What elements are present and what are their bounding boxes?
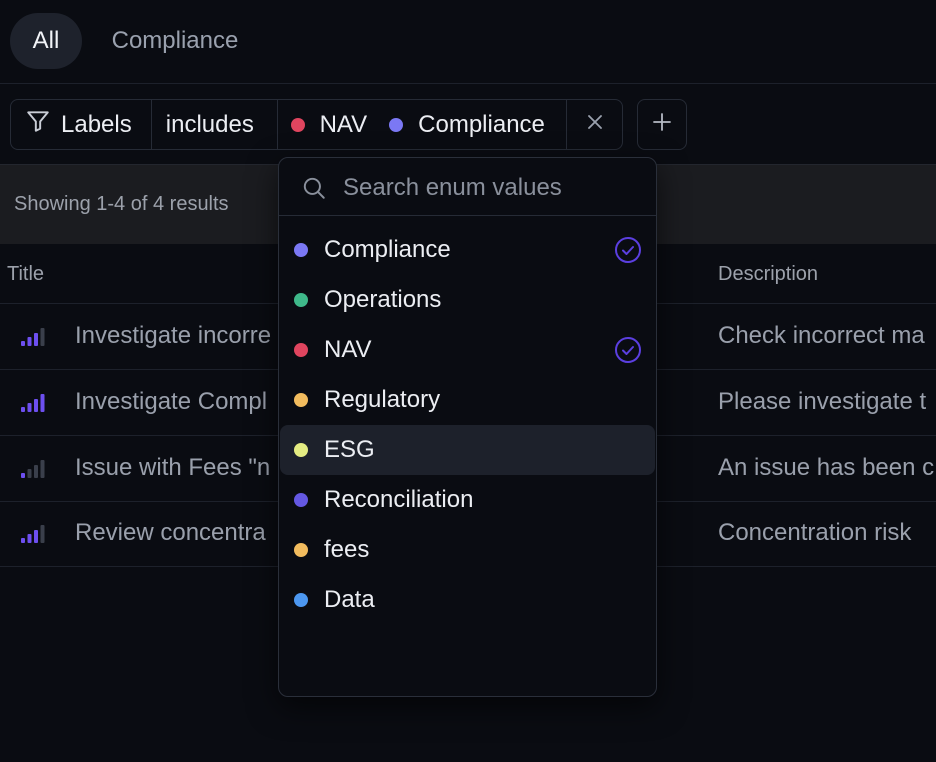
option-label: Data [324,586,375,613]
option-operations[interactable]: Operations [280,275,655,325]
signal-bars-icon [21,524,47,544]
label-values-dropdown: Compliance Operations NAV Regulatory ESG [278,157,657,697]
plus-icon [651,111,673,138]
option-label: Operations [324,286,442,313]
filter-value-label: Compliance [418,110,545,138]
filter-operator-button[interactable]: includes [152,100,278,149]
option-fees[interactable]: fees [280,525,655,575]
option-regulatory[interactable]: Regulatory [280,375,655,425]
filter-value-label: NAV [319,110,368,138]
label-color-dot [389,117,404,132]
filter-value-chip: Compliance [389,111,545,139]
filter-operator-label: includes [165,110,254,138]
label-color-dot [294,343,308,357]
label-filter: Labels includes NAV Compliance [10,99,623,150]
option-nav[interactable]: NAV [280,325,655,375]
view-tabs: All Compliance [0,0,936,84]
row-description: Concentration risk [718,519,912,546]
label-color-dot [294,443,308,457]
label-color-dot [290,117,305,132]
row-title: Investigate Compl [75,388,268,415]
label-color-dot [294,593,308,607]
option-label: Reconciliation [324,486,474,513]
column-header-title[interactable]: Title [7,263,44,286]
check-circle-icon [614,236,642,269]
row-title: Investigate incorre [75,322,272,349]
row-description: Please investigate t [718,388,927,415]
option-label: fees [324,536,370,563]
option-compliance[interactable]: Compliance [280,225,655,275]
option-label: NAV [324,336,372,363]
check-circle-icon [614,336,642,369]
search-icon [301,175,327,206]
label-color-dot [294,393,308,407]
row-title: Issue with Fees "n [75,454,271,481]
filter-field-button[interactable]: Labels [11,100,152,149]
filter-icon [25,108,51,141]
column-header-description[interactable]: Description [718,263,818,286]
app-root: All Compliance Labels includes NAV Compl… [0,0,936,762]
results-count: Showing 1-4 of 4 results [14,193,229,215]
enum-search [279,158,656,216]
label-color-dot [294,493,308,507]
label-color-dot [294,543,308,557]
signal-bars-icon [21,393,47,413]
option-esg[interactable]: ESG [280,425,655,475]
tab-all[interactable]: All [10,13,82,69]
filter-value-chip: NAV [290,110,368,139]
row-description: Check incorrect ma [718,322,925,349]
option-label: Regulatory [324,386,441,413]
clear-filter-button[interactable] [567,100,622,149]
close-icon [585,111,605,139]
option-data[interactable]: Data [280,575,655,625]
row-description: An issue has been c [718,454,935,481]
signal-bars-icon [21,459,47,479]
option-reconciliation[interactable]: Reconciliation [280,475,655,525]
search-input[interactable] [343,168,643,208]
option-list: Compliance Operations NAV Regulatory ESG [279,216,656,625]
add-filter-button[interactable] [637,99,687,150]
tab-compliance[interactable]: Compliance [94,13,256,69]
option-label: Compliance [324,236,451,263]
signal-bars-icon [21,327,47,347]
label-color-dot [294,243,308,257]
option-label: ESG [324,436,375,463]
label-color-dot [294,293,308,307]
filter-field-label: Labels [61,110,132,138]
row-title: Review concentra [75,519,266,546]
filter-values-button[interactable]: NAV Compliance [278,100,568,149]
